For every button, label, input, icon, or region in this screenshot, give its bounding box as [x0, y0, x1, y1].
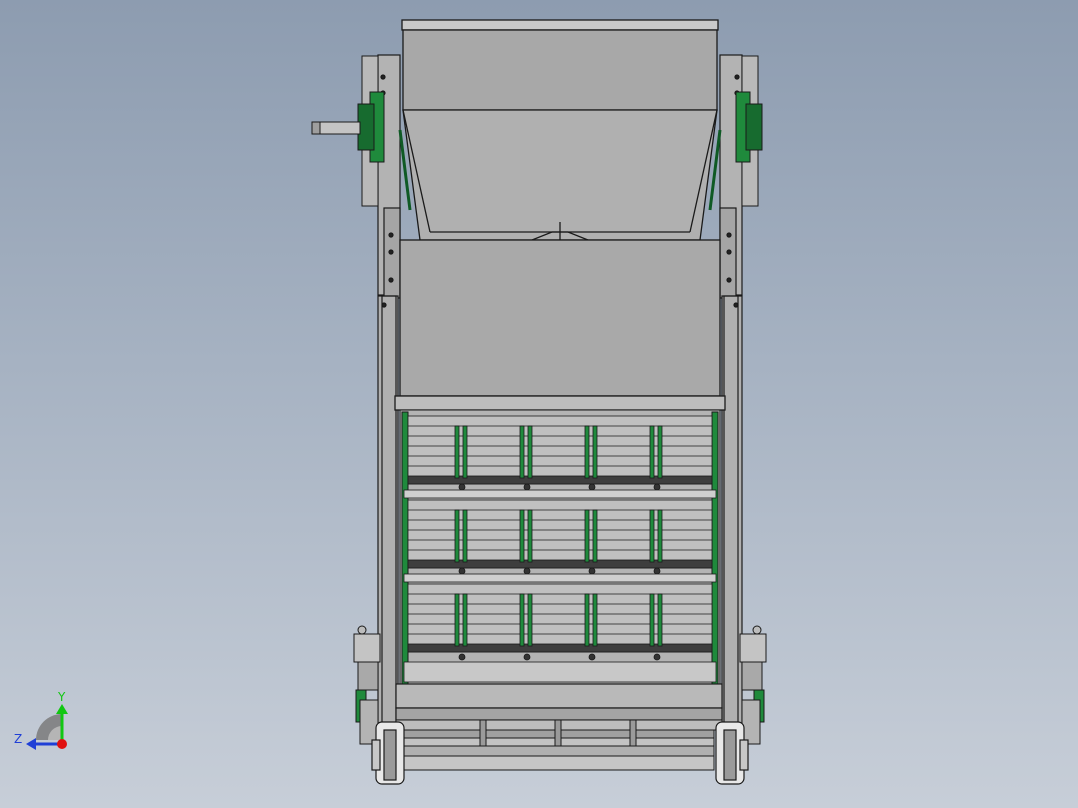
- right-wheel: [715, 721, 749, 785]
- left-wheel: [371, 721, 405, 785]
- sieve-machine-drawing: Y Z: [14, 19, 767, 785]
- feed-hopper: [401, 19, 719, 241]
- z-axis-arrowhead: [26, 738, 36, 750]
- y-axis-arrowhead: [56, 704, 68, 714]
- y-axis-label: Y: [57, 690, 66, 704]
- chute-panel: [394, 239, 726, 411]
- coordinate-triad[interactable]: Y Z: [14, 690, 68, 750]
- cad-viewport[interactable]: Y Z: [0, 0, 1078, 808]
- origin-point: [57, 739, 67, 749]
- discharge-tray: [395, 683, 723, 721]
- z-axis-label: Z: [14, 732, 22, 746]
- screen-deck-3: [403, 583, 717, 683]
- base-frame: [395, 719, 723, 771]
